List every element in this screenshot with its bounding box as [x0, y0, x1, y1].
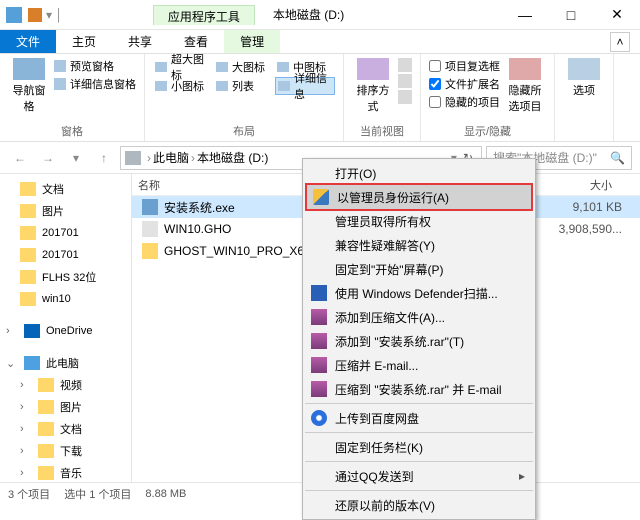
defender-icon	[311, 285, 327, 301]
crumb-drive-d[interactable]: 本地磁盘 (D:)	[197, 149, 268, 166]
tree-download[interactable]: 下载	[60, 443, 82, 459]
ctx-compress-email[interactable]: 压缩并 E-mail...	[305, 353, 533, 377]
ctx-send-qq[interactable]: 通过QQ发送到▸	[305, 464, 533, 488]
tree-win10[interactable]: win10	[42, 293, 71, 305]
crumb-sep: ›	[147, 151, 151, 165]
group-label-pane: 窗格	[61, 121, 83, 141]
rar-icon	[311, 381, 327, 397]
maximize-button[interactable]: □	[548, 0, 594, 30]
group-label-view: 当前视图	[360, 121, 404, 141]
shield-icon	[313, 189, 329, 205]
ctx-compat[interactable]: 兼容性疑难解答(Y)	[305, 233, 533, 257]
ribbon-group-options: 选项	[555, 54, 614, 141]
checkbox-file-ext[interactable]: 文件扩展名	[429, 76, 500, 92]
submenu-arrow-icon: ▸	[519, 469, 525, 483]
ctx-add-rar[interactable]: 添加到 "安装系统.rar"(T)	[305, 329, 533, 353]
details-pane-button[interactable]: 详细信息窗格	[54, 76, 136, 92]
exe-icon	[142, 199, 158, 215]
nav-pane-button[interactable]: 导航窗格	[8, 58, 50, 121]
rar-icon	[311, 333, 327, 349]
ribbon-group-currentview: 排序方式 当前视图	[344, 54, 421, 141]
ctx-restore[interactable]: 还原以前的版本(V)	[305, 493, 533, 517]
folder-icon	[28, 8, 42, 22]
minimize-button[interactable]: —	[502, 0, 548, 30]
context-menu: 打开(O) 以管理员身份运行(A) 管理员取得所有权 兼容性疑难解答(Y) 固定…	[302, 158, 536, 520]
ctx-defender[interactable]: 使用 Windows Defender扫描...	[305, 281, 533, 305]
ribbon-tabs: 文件 主页 共享 查看 管理 ˄	[0, 30, 640, 54]
tab-share[interactable]: 共享	[112, 30, 168, 53]
ctx-upload-baidu[interactable]: 上传到百度网盘	[305, 406, 533, 430]
tree-docs[interactable]: 文档	[42, 181, 64, 197]
file-icon	[142, 221, 158, 237]
title-bar: ▾ │ 应用程序工具 本地磁盘 (D:) — □ ✕	[0, 0, 640, 30]
tree-201701-a[interactable]: 201701	[42, 227, 79, 239]
app-icon	[6, 7, 22, 23]
tree-201701-b[interactable]: 201701	[42, 249, 79, 261]
options-button[interactable]: 选项	[563, 58, 605, 137]
group-label-showhide: 显示/隐藏	[464, 121, 511, 141]
ribbon-group-showhide: 项目复选框 文件扩展名 隐藏的项目 隐藏所选项目 显示/隐藏	[421, 54, 555, 141]
search-icon: 🔍	[610, 151, 625, 165]
ribbon-group-layout: 超大图标 大图标 中图标 小图标 列表 详细信息 布局	[145, 54, 344, 141]
sort-button[interactable]: 排序方式	[352, 58, 394, 121]
layout-details[interactable]: 详细信息	[275, 77, 335, 95]
tab-manage[interactable]: 管理	[224, 30, 280, 53]
nav-tree[interactable]: 文档 图片 201701 201701 FLHS 32位 win10 ›OneD…	[0, 174, 132, 482]
rar-icon	[311, 309, 327, 325]
crumb-this-pc[interactable]: 此电脑	[153, 149, 189, 166]
status-count: 3 个项目	[8, 486, 50, 502]
tree-thispc[interactable]: 此电脑	[46, 355, 79, 371]
tree-flhs[interactable]: FLHS 32位	[42, 269, 96, 285]
ctx-compress-rar-email[interactable]: 压缩到 "安装系统.rar" 并 E-mail	[305, 377, 533, 401]
tree-video[interactable]: 视频	[60, 377, 82, 393]
ctx-open[interactable]: 打开(O)	[305, 161, 533, 185]
status-size: 8.88 MB	[145, 488, 186, 500]
contextual-tab-label: 应用程序工具	[153, 5, 255, 25]
ribbon: 导航窗格 预览窗格 详细信息窗格 窗格 超大图标 大图标 中图标 小图标 列表 …	[0, 54, 640, 142]
rar-icon	[311, 357, 327, 373]
tree-pics2[interactable]: 图片	[60, 399, 82, 415]
status-selected: 选中 1 个项目	[64, 486, 131, 502]
up-button[interactable]: ↑	[92, 146, 116, 170]
ctx-pin-taskbar[interactable]: 固定到任务栏(K)	[305, 435, 533, 459]
ctx-add-archive[interactable]: 添加到压缩文件(A)...	[305, 305, 533, 329]
hide-selected-button[interactable]: 隐藏所选项目	[504, 58, 546, 121]
recent-button[interactable]: ▾	[64, 146, 88, 170]
quick-access-arrow[interactable]: ▾ │	[46, 8, 63, 22]
tab-home[interactable]: 主页	[56, 30, 112, 53]
tree-music[interactable]: 音乐	[60, 465, 82, 481]
col-size[interactable]: 大小	[542, 177, 612, 193]
checkbox-hidden-items[interactable]: 隐藏的项目	[429, 94, 500, 110]
ctx-run-as-admin[interactable]: 以管理员身份运行(A)	[305, 183, 533, 211]
window-title: 本地磁盘 (D:)	[273, 6, 344, 23]
baidu-icon	[311, 410, 327, 426]
folder-icon	[142, 243, 158, 259]
close-button[interactable]: ✕	[594, 0, 640, 30]
layout-extralarge[interactable]: 超大图标	[153, 58, 213, 76]
drive-icon	[125, 151, 141, 165]
back-button[interactable]: ←	[8, 146, 32, 170]
group-label-layout: 布局	[233, 121, 255, 141]
ribbon-group-pane: 导航窗格 预览窗格 详细信息窗格 窗格	[0, 54, 145, 141]
tab-view[interactable]: 查看	[168, 30, 224, 53]
tree-onedrive[interactable]: OneDrive	[46, 325, 92, 337]
tree-docs2[interactable]: 文档	[60, 421, 82, 437]
forward-button[interactable]: →	[36, 146, 60, 170]
ribbon-expand-button[interactable]: ˄	[610, 32, 630, 52]
layout-list[interactable]: 列表	[214, 77, 274, 95]
tab-file[interactable]: 文件	[0, 30, 56, 53]
layout-small[interactable]: 小图标	[153, 77, 213, 95]
checkbox-item-checkboxes[interactable]: 项目复选框	[429, 58, 500, 74]
preview-pane-button[interactable]: 预览窗格	[54, 58, 136, 74]
layout-large[interactable]: 大图标	[214, 58, 274, 76]
crumb-sep: ›	[191, 151, 195, 165]
tree-pics[interactable]: 图片	[42, 203, 64, 219]
ctx-take-ownership[interactable]: 管理员取得所有权	[305, 209, 533, 233]
ctx-pin-start[interactable]: 固定到"开始"屏幕(P)	[305, 257, 533, 281]
